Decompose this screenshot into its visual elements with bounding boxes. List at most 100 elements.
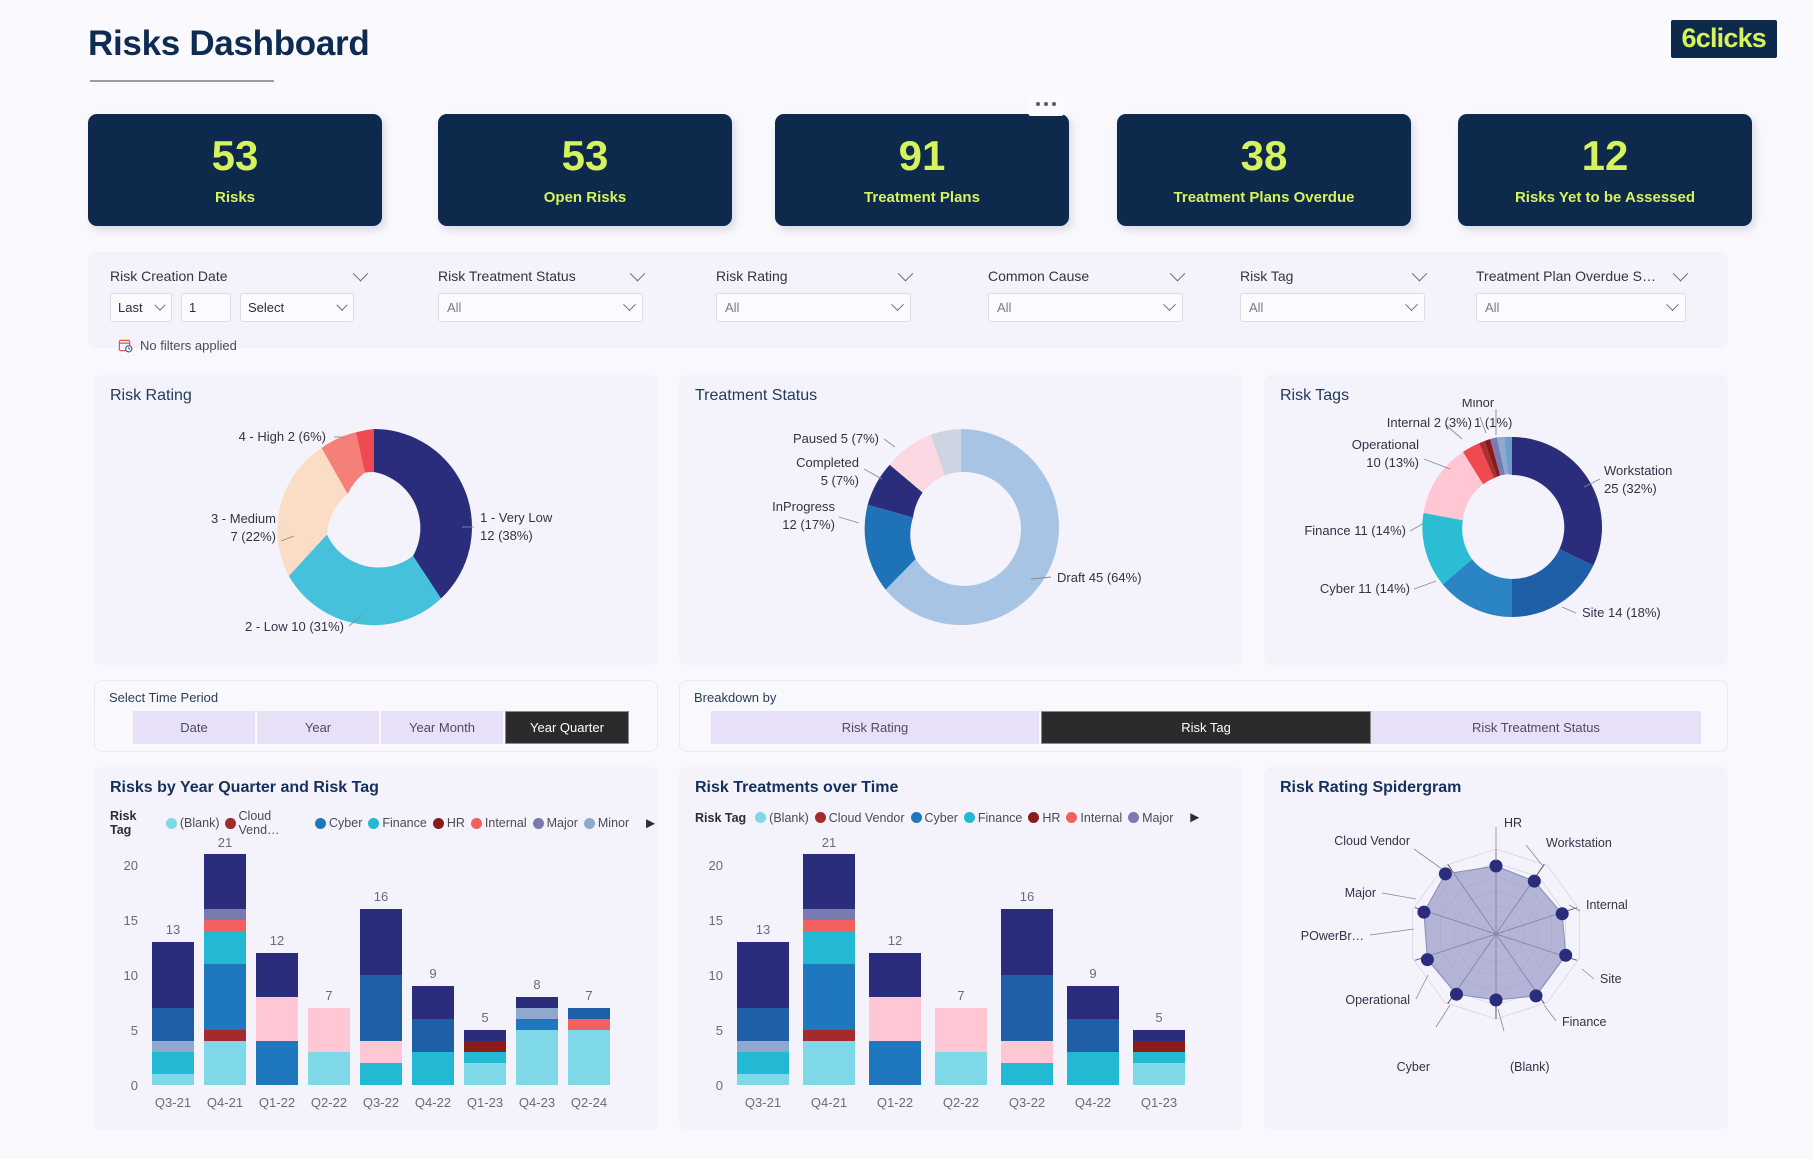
time-period-label: Select Time Period (109, 690, 218, 705)
filter-value: All (447, 300, 461, 315)
donut-slices (1422, 437, 1602, 617)
legend-item[interactable]: HR (433, 816, 465, 830)
radar-label-cyber: Cyber (1397, 1060, 1430, 1074)
bar-group-q3-22[interactable]: 16 (360, 889, 402, 1085)
bar-group-q3-22[interactable]: 16 (1001, 889, 1053, 1085)
filter-value: All (997, 300, 1011, 315)
slice-label-inprogress-1: InProgress (772, 499, 835, 514)
filter-risk-treatment-status: Risk Treatment Status All (438, 268, 643, 322)
slice-label-medium-1: 3 - Medium (211, 511, 276, 526)
legend-item[interactable]: Cloud Vendor (815, 811, 905, 825)
bar-group-q4-22[interactable]: 9 (1067, 966, 1119, 1085)
legend-swatch (964, 812, 975, 823)
bar-group-q2-22[interactable]: 7 (308, 988, 350, 1085)
kpi-label: Treatment Plans Overdue (1174, 189, 1355, 206)
chevron-down-icon[interactable] (898, 265, 914, 281)
legend-item[interactable]: Internal (1066, 811, 1122, 825)
legend-item[interactable]: HR (1028, 811, 1060, 825)
more-options-button[interactable] (1028, 92, 1064, 116)
chevron-down-icon[interactable] (1412, 265, 1428, 281)
svg-text:Q3-21: Q3-21 (745, 1095, 781, 1110)
legend-swatch (755, 812, 766, 823)
date-count-input[interactable]: 1 (181, 293, 231, 322)
time-period-option-date[interactable]: Date (133, 711, 257, 744)
legend-item[interactable]: Major (1128, 811, 1173, 825)
svg-text:20: 20 (709, 858, 723, 873)
filter-select[interactable]: All (988, 293, 1183, 322)
chevron-down-icon[interactable] (630, 265, 646, 281)
bar-group-q1-22[interactable]: 12 (256, 933, 298, 1085)
radar-label-internal: Internal (1586, 898, 1628, 912)
radar-label-finance: Finance (1562, 1015, 1607, 1029)
legend-item[interactable]: Finance (964, 811, 1022, 825)
legend-item[interactable]: Cloud Vend… (225, 809, 309, 837)
bar-group-q4-22[interactable]: 9 (412, 966, 454, 1085)
filter-bar: Risk Creation Date Last 1 Select Risk (88, 252, 1728, 348)
risk-rating-donut-chart[interactable]: 4 - High 2 (6%) 1 - Very Low 12 (38%) 3 … (94, 399, 658, 661)
svg-text:13: 13 (166, 922, 180, 937)
slice-label-very-low-2: 12 (38%) (480, 528, 533, 543)
treatment-status-donut-chart[interactable]: Paused 5 (7%) Completed 5 (7%) InProgres… (679, 399, 1243, 661)
time-period-option-year-quarter[interactable]: Year Quarter (505, 711, 629, 744)
kpi-card-treatment-plans-overdue[interactable]: 38 Treatment Plans Overdue (1117, 114, 1411, 226)
breakdown-option-risk-tag[interactable]: Risk Tag (1041, 711, 1371, 744)
date-mode-select[interactable]: Last (110, 293, 172, 322)
bar-group-q3-21[interactable]: 13 (737, 922, 789, 1085)
legend-item[interactable]: Minor (584, 816, 629, 830)
legend-next-arrow[interactable]: ► (643, 815, 658, 832)
risk-rating-spidergram-chart[interactable]: HR Workstation Internal Site Finance (Bl… (1264, 799, 1728, 1129)
bar-group-q2-24[interactable]: 7 (568, 988, 610, 1085)
radar-label-site: Site (1600, 972, 1622, 986)
filter-select[interactable]: All (1240, 293, 1425, 322)
kpi-card-risks[interactable]: 53 Risks (88, 114, 382, 226)
svg-text:12: 12 (270, 933, 284, 948)
legend-item[interactable]: (Blank) (755, 811, 809, 825)
legend-item[interactable]: Cyber (911, 811, 958, 825)
no-filters-text: No filters applied (140, 338, 237, 353)
bar-group-q3-21[interactable]: 13 (152, 922, 194, 1085)
legend-item[interactable]: Finance (368, 816, 426, 830)
legend-next-arrow[interactable]: ► (1187, 809, 1202, 826)
bar-group-q1-22[interactable]: 12 (869, 933, 921, 1085)
time-period-option-year-month[interactable]: Year Month (381, 711, 505, 744)
kpi-card-treatment-plans[interactable]: 91 Treatment Plans (775, 114, 1069, 226)
risk-treatments-over-time-bar-chart[interactable]: 0 5 10 15 20 13 (679, 837, 1243, 1127)
chevron-down-icon[interactable] (1170, 265, 1186, 281)
time-period-option-year[interactable]: Year (257, 711, 381, 744)
kpi-card-risks-yet-to-be-assessed[interactable]: 12 Risks Yet to be Assessed (1458, 114, 1752, 226)
filter-select[interactable]: All (438, 293, 643, 322)
bar-group-q4-21[interactable]: 21 (803, 837, 855, 1085)
svg-text:Q1-23: Q1-23 (1141, 1095, 1177, 1110)
breakdown-by-panel: Breakdown by Risk Rating Risk Tag Risk T… (679, 680, 1728, 752)
kpi-label: Open Risks (544, 189, 627, 206)
filter-common-cause: Common Cause All (988, 268, 1183, 322)
date-count-value: 1 (189, 300, 196, 315)
breakdown-option-risk-treatment-status[interactable]: Risk Treatment Status (1371, 711, 1701, 744)
bar-group-q2-22[interactable]: 7 (935, 988, 987, 1085)
svg-text:15: 15 (124, 913, 138, 928)
risks-by-quarter-bar-chart[interactable]: 0 5 10 15 20 13 (94, 837, 658, 1127)
kpi-card-open-risks[interactable]: 53 Open Risks (438, 114, 732, 226)
filter-select[interactable]: All (1476, 293, 1686, 322)
legend-item[interactable]: Major (533, 816, 578, 830)
legend-item[interactable]: Cyber (315, 816, 362, 830)
legend-item[interactable]: Internal (471, 816, 527, 830)
svg-text:Q4-22: Q4-22 (1075, 1095, 1111, 1110)
bar-group-q4-21[interactable]: 21 (204, 837, 246, 1085)
bar-group-q1-23[interactable]: 5 (464, 1010, 506, 1085)
bar-group-q1-23[interactable]: 5 (1133, 1010, 1185, 1085)
breakdown-label: Breakdown by (694, 690, 776, 705)
bar-group-q4-23[interactable]: 8 (516, 977, 558, 1085)
risk-tags-donut-chart[interactable]: Minor Internal 2 (3%) 1 (1%) Operational… (1264, 399, 1728, 661)
legend-label: Internal (1080, 811, 1122, 825)
chevron-down-icon[interactable] (1673, 265, 1689, 281)
chevron-down-icon[interactable] (353, 265, 369, 281)
svg-text:5: 5 (131, 1023, 138, 1038)
date-unit-select[interactable]: Select (240, 293, 354, 322)
breakdown-option-risk-rating[interactable]: Risk Rating (711, 711, 1041, 744)
slice-label-workstation-2: 25 (32%) (1604, 481, 1657, 496)
legend-item[interactable]: (Blank) (166, 816, 220, 830)
filter-label: Treatment Plan Overdue S… (1476, 268, 1656, 284)
date-mode-value: Last (118, 300, 143, 315)
filter-select[interactable]: All (716, 293, 911, 322)
